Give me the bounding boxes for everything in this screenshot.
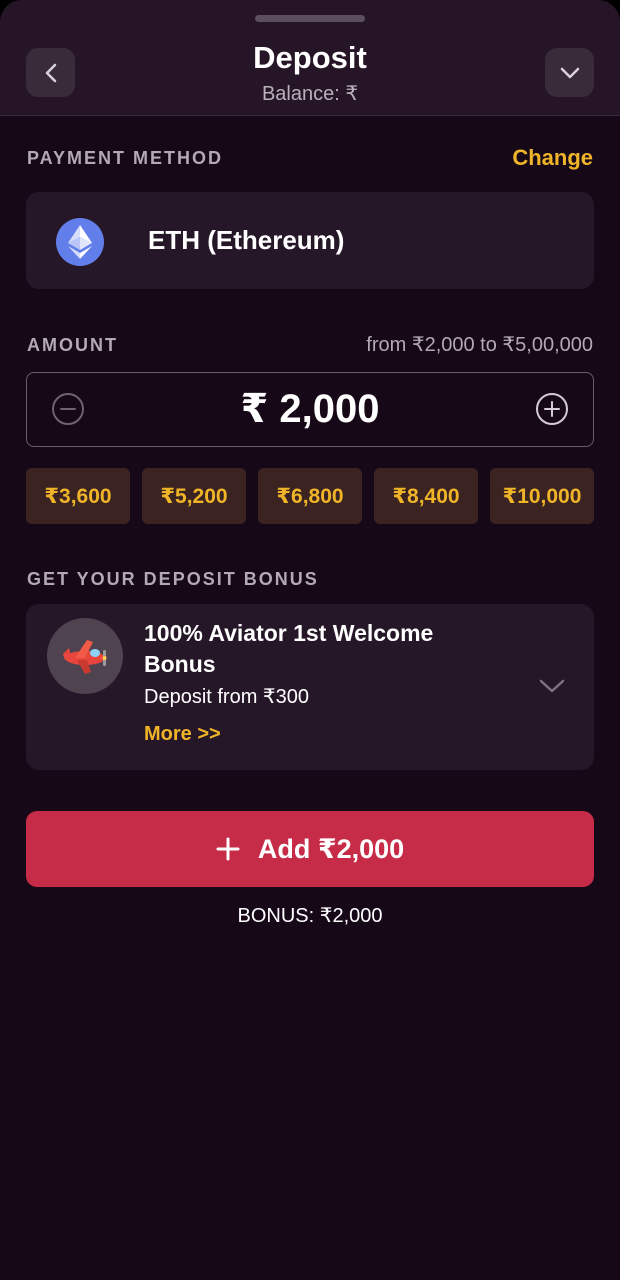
amount-label: AMOUNT: [27, 335, 118, 355]
add-deposit-label: Add ₹2,000: [257, 833, 405, 864]
bonus-subtitle: Deposit from ₹300: [144, 686, 310, 708]
preset-amount-button[interactable]: ₹8,400: [374, 468, 478, 524]
change-method-link[interactable]: Change: [512, 145, 593, 171]
collapse-button[interactable]: [545, 48, 594, 97]
ethereum-icon: [56, 218, 104, 266]
page-title: Deposit: [253, 40, 367, 75]
preset-amount-button[interactable]: ₹5,200: [142, 468, 246, 524]
chevron-down-icon[interactable]: [537, 674, 567, 698]
amount-value: ₹ 2,000: [240, 387, 380, 431]
balance-text: Balance: ₹: [261, 83, 359, 105]
preset-amount-button[interactable]: ₹10,000: [490, 468, 594, 524]
payment-method-name: ETH (Ethereum): [148, 225, 345, 255]
bonus-total: BONUS: ₹2,000: [237, 905, 383, 927]
deposit-bonus-label: GET YOUR DEPOSIT BONUS: [27, 569, 319, 589]
drag-handle[interactable]: [255, 15, 365, 22]
amount-range: from ₹2,000 to ₹5,00,000: [366, 334, 593, 356]
chevron-down-icon: [560, 67, 579, 78]
payment-method-label: PAYMENT METHOD: [27, 148, 224, 168]
plus-circle-icon[interactable]: [535, 392, 569, 426]
add-deposit-button[interactable]: Add ₹2,000: [26, 811, 594, 887]
plus-icon: [216, 837, 240, 861]
deposit-sheet: Deposit Balance: ₹ PAYMENT METHOD Change…: [0, 0, 620, 1280]
bonus-title: 100% Aviator 1st Welcome Bonus: [144, 620, 434, 677]
preset-amount-button[interactable]: ₹6,800: [258, 468, 362, 524]
preset-amount-button[interactable]: ₹3,600: [26, 468, 130, 524]
header: Deposit Balance: ₹: [0, 0, 620, 116]
airplane-icon: [47, 618, 123, 694]
bonus-more-link[interactable]: More >>: [144, 723, 221, 746]
